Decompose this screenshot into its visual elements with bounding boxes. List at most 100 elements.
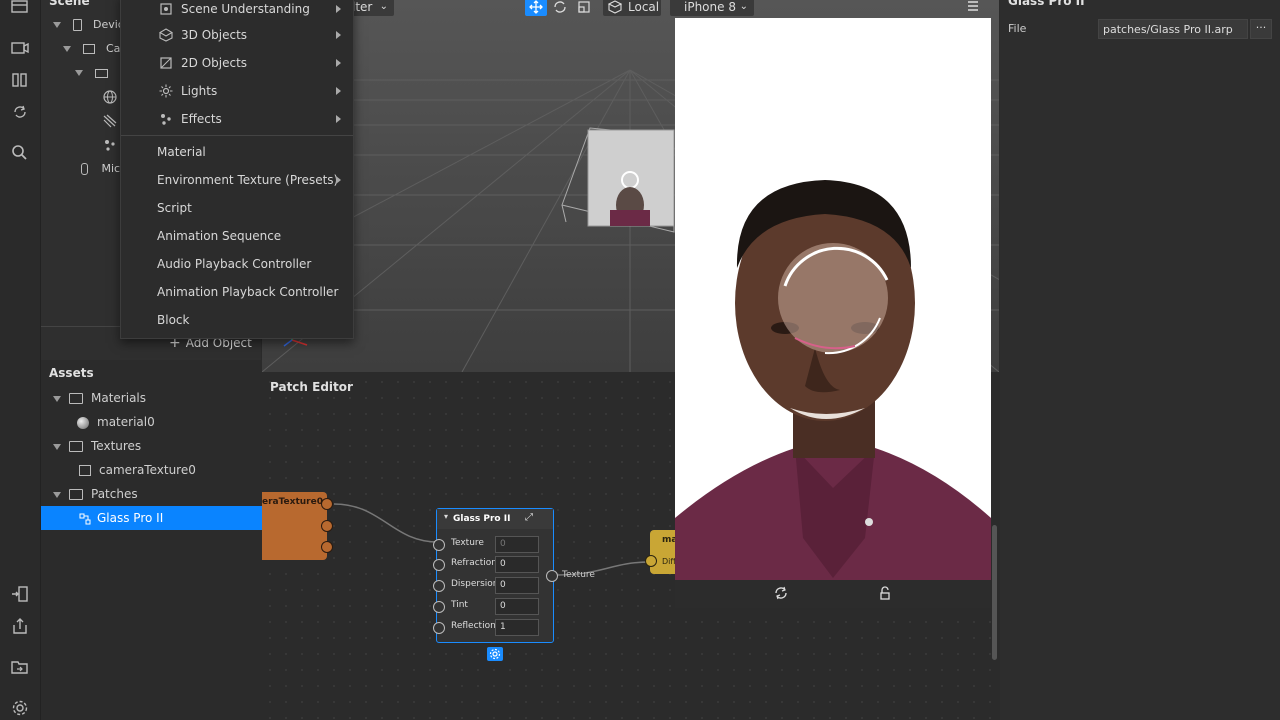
asset-label: Glass Pro II [97,511,164,525]
file-path-field[interactable]: patches/Glass Pro II.arp [1098,19,1248,39]
add-object-menu: Scene Understanding 3D Objects 2D Object… [120,0,354,339]
menu-item-label: Effects [181,112,222,126]
device-export-icon[interactable] [10,586,30,606]
camera-icon[interactable] [10,40,30,60]
asset-group-label: Patches [91,487,138,501]
glass-pro-ii-node[interactable]: ▾ Glass Pro II ⤢ Texture 0 Refraction 0 … [433,508,554,643]
output-port[interactable] [321,541,333,553]
device-dropdown[interactable]: iPhone 8 ⌄ [670,0,754,16]
chevron-down-icon: ⌄ [739,1,748,12]
output-port[interactable] [546,570,558,582]
node-settings-button[interactable] [487,647,503,661]
asset-group-patches[interactable]: Patches [41,482,273,506]
square-icon [160,57,172,69]
mesh-icon[interactable] [103,114,117,128]
filter-label: lter [352,0,373,14]
material-sphere-icon [77,416,89,429]
submenu-arrow-icon [336,31,341,39]
scale-tool-button[interactable] [574,0,594,16]
expand-icon[interactable]: ⤢ [525,512,533,523]
menu-item-lights[interactable]: Lights [121,77,353,105]
sync-icon[interactable] [10,104,30,124]
cube-icon [608,0,622,14]
asset-group-materials[interactable]: Materials [41,386,273,410]
menu-item-label: Scene Understanding [181,2,310,16]
menu-item-label: 2D Objects [181,56,248,70]
output-port[interactable] [321,498,333,510]
texture-field[interactable]: 0 [495,536,539,553]
dispersion-field[interactable]: 0 [495,577,539,594]
input-port[interactable] [433,539,445,551]
menu-item-environment-texture[interactable]: Environment Texture (Presets) [121,166,353,194]
browse-more-icon[interactable]: ··· [1250,19,1272,39]
viewport-scrollbar[interactable] [992,525,997,660]
input-port[interactable] [433,601,445,613]
input-port[interactable] [433,559,445,571]
menu-item-material[interactable]: Material [121,138,353,166]
menu-item-audio-playback-controller[interactable]: Audio Playback Controller [121,250,353,278]
asset-cameratexture0[interactable]: cameraTexture0 A [41,458,299,482]
move-tool-button[interactable] [525,0,547,16]
input-port[interactable] [433,580,445,592]
input-label: Diff [662,557,676,566]
columns-icon[interactable] [10,72,30,92]
effects-icon [161,114,171,125]
scene-tree-device[interactable]: Device [53,14,131,36]
asset-group-label: Materials [91,391,147,405]
simulator-preview[interactable] [675,18,991,608]
tint-field[interactable]: 0 [495,598,539,615]
camera-feed-image [675,18,991,608]
share-icon[interactable] [10,617,30,637]
output-port[interactable] [321,520,333,532]
submenu-arrow-icon [336,176,341,184]
left-toolbar [0,0,41,720]
menu-item-effects[interactable]: Effects [121,105,353,133]
settings-icon[interactable] [10,699,30,719]
menu-item-script[interactable]: Script [121,194,353,222]
reflection-field[interactable]: 1 [495,619,539,636]
menu-item-animation-playback-controller[interactable]: Animation Playback Controller [121,278,353,306]
node-title: eraTexture0 [262,497,323,507]
space-toggle-button[interactable]: Local [603,0,661,16]
expand-arrow-icon[interactable] [53,443,61,450]
rotate-tool-button[interactable] [550,0,570,16]
expand-arrow-icon[interactable] [53,395,61,402]
rotate-icon [554,1,566,13]
asset-group-textures[interactable]: Textures [41,434,273,458]
collapse-arrow-icon[interactable]: ▾ [444,512,448,521]
refraction-field[interactable]: 0 [495,556,539,573]
add-folder-icon[interactable] [10,659,30,679]
patch-icon [79,513,91,524]
chevron-down-icon: ⌄ [379,1,388,12]
device-label: iPhone 8 [684,0,736,14]
globe-icon[interactable] [103,90,117,104]
space-label: Local [628,0,660,14]
menu-item-label: Material [157,145,206,159]
scene-title: Scene [49,0,90,8]
menu-item-label: Audio Playback Controller [157,257,312,271]
expand-arrow-icon[interactable] [63,46,71,52]
menu-item-scene-understanding[interactable]: Scene Understanding [121,0,353,23]
menu-item-2d-objects[interactable]: 2D Objects [121,49,353,77]
simulator-toolbar [675,580,991,608]
rotate-device-icon[interactable] [773,585,789,601]
particle-icon[interactable] [103,138,117,152]
menu-item-3d-objects[interactable]: 3D Objects [121,21,353,49]
layers-icon[interactable] [10,0,30,20]
input-port[interactable] [645,555,657,567]
camera-texture-node[interactable]: eraTexture0 [262,492,333,560]
expand-arrow-icon[interactable] [75,70,83,76]
submenu-arrow-icon [336,87,341,95]
lock-rotation-icon[interactable] [877,585,893,601]
search-icon[interactable] [10,144,30,164]
menu-item-animation-sequence[interactable]: Animation Sequence [121,222,353,250]
filter-dropdown[interactable]: lter ⌄ [348,0,394,16]
expand-arrow-icon[interactable] [53,22,61,28]
asset-glass-pro-ii[interactable]: Glass Pro II [41,506,299,530]
asset-material0[interactable]: material0 →I [41,410,297,434]
node-header[interactable]: ▾ Glass Pro II ⤢ [437,509,553,529]
menu-icon[interactable] [966,0,980,13]
menu-item-block[interactable]: Block [121,306,353,334]
input-port[interactable] [433,622,445,634]
expand-arrow-icon[interactable] [53,491,61,498]
